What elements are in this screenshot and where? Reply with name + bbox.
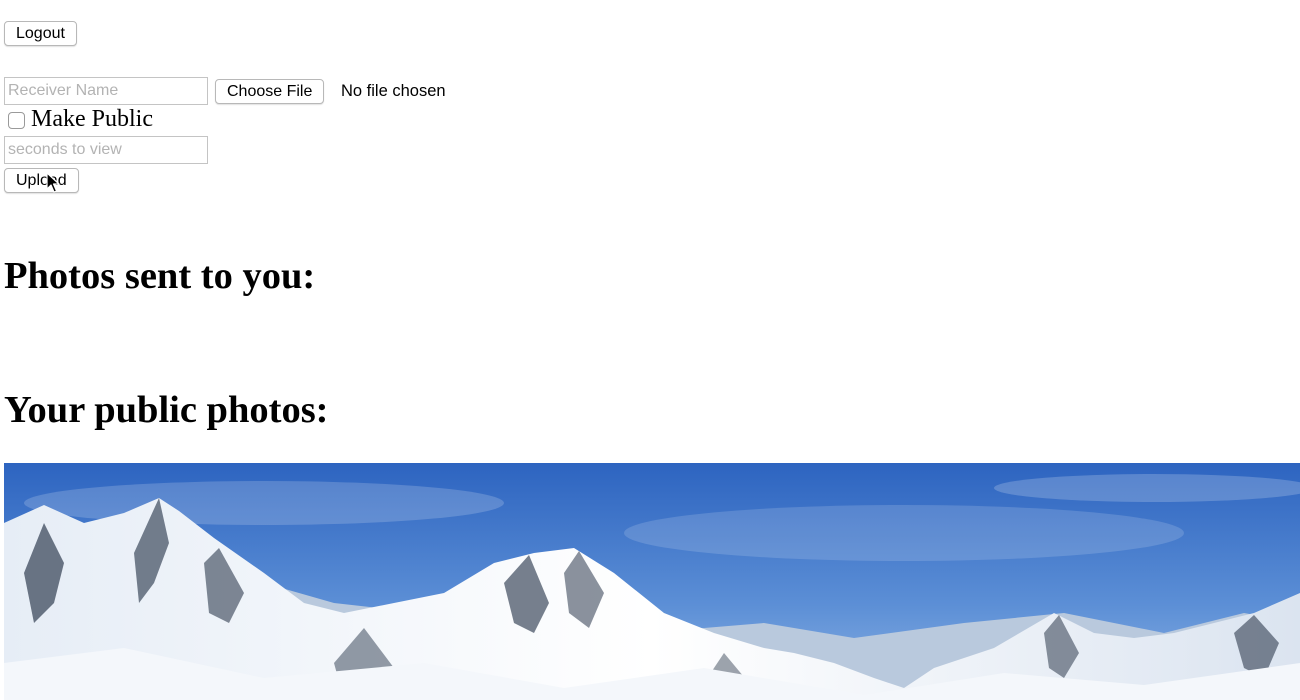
public-photo — [4, 463, 1300, 700]
logout-button[interactable]: Logout — [4, 21, 77, 46]
received-photos-heading: Photos sent to you: — [4, 255, 316, 297]
make-public-label[interactable]: Make Public — [31, 104, 153, 134]
seconds-to-view-input[interactable] — [4, 136, 208, 164]
mountain-landscape-image — [4, 463, 1300, 700]
upload-button[interactable]: Upload — [4, 168, 79, 193]
choose-file-button[interactable]: Choose File — [215, 79, 325, 104]
receiver-name-input[interactable] — [4, 77, 208, 105]
public-photos-heading: Your public photos: — [4, 389, 329, 431]
file-status-text: No file chosen — [341, 82, 446, 100]
make-public-checkbox[interactable] — [8, 112, 25, 129]
